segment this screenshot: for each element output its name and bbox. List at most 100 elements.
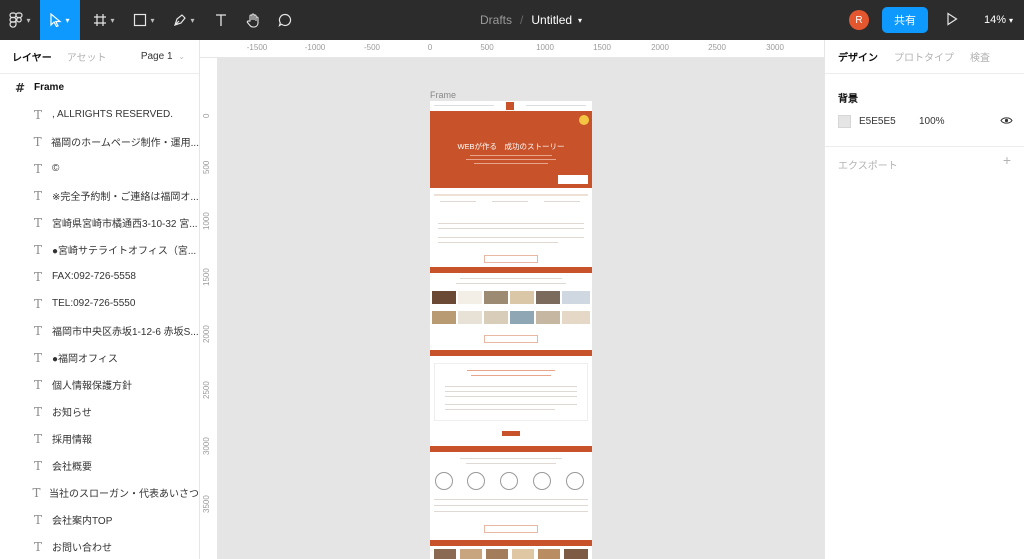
layer-row[interactable]: T TEL:092-726-5550 [0, 290, 199, 317]
left-panel-tabs: レイヤー アセット Page 1 ⌄ [0, 40, 199, 74]
hero-copy-line [470, 155, 552, 156]
section-band [430, 350, 592, 356]
text-t-icon [216, 14, 226, 26]
service-icon [566, 472, 584, 490]
layer-row[interactable]: T 宮崎県宮崎市橘通西3-10-32 宮... [0, 209, 199, 236]
share-button[interactable]: 共有 [882, 7, 928, 33]
file-title[interactable]: Untitled [531, 13, 572, 27]
text-tool-button[interactable] [206, 0, 236, 40]
layer-row[interactable]: T ※完全予約制・ご連絡は福岡オ... [0, 182, 199, 209]
text-line [438, 237, 584, 238]
site-cta-button [484, 525, 538, 533]
text-icon: T [33, 269, 42, 284]
site-divider [434, 194, 588, 196]
text-line [434, 511, 588, 512]
zoom-level: 14% [984, 14, 1007, 26]
text-icon: T [32, 485, 41, 500]
add-export-plus-icon[interactable]: + [1003, 152, 1011, 168]
move-tool-button[interactable]: ▾ [40, 0, 80, 40]
text-line [434, 505, 588, 506]
background-opacity-input[interactable]: 100% [919, 116, 945, 127]
layer-label: ●宮崎サテライトオフィス（宮... [52, 246, 197, 257]
breadcrumb: Drafts / Untitled ▾ [480, 0, 582, 40]
layer-row[interactable]: T 個人情報保護方針 [0, 371, 199, 398]
site-nav-right [526, 105, 586, 106]
tab-design[interactable]: デザイン [838, 49, 878, 64]
breadcrumb-project[interactable]: Drafts [480, 13, 512, 27]
hand-tool-button[interactable] [238, 0, 268, 40]
section-band [430, 446, 592, 452]
layer-row[interactable]: T 採用情報 [0, 425, 199, 452]
present-button[interactable] [946, 12, 958, 31]
service-icon [533, 472, 551, 490]
tab-inspect[interactable]: 検査 [970, 49, 990, 64]
zoom-menu[interactable]: 14% ▾ [984, 0, 1013, 40]
layer-row[interactable]: T 会社案内TOP [0, 506, 199, 533]
background-color-swatch[interactable] [838, 115, 851, 128]
tab-prototype[interactable]: プロトタイプ [894, 49, 954, 64]
text-icon: T [33, 539, 42, 554]
layer-row[interactable]: T お問い合わせ [0, 533, 199, 559]
layer-row[interactable]: T , ALLRIGHTS RESERVED. [0, 101, 199, 128]
layer-label: 福岡市中央区赤坂1-12-6 赤坂S... [52, 327, 199, 338]
properties-panel: デザイン プロトタイプ 検査 背景 E5E5E5 100% エクスポート + [824, 40, 1024, 559]
site-message-box [434, 363, 588, 421]
comment-tool-button[interactable] [270, 0, 300, 40]
comment-bubble-icon [278, 13, 292, 27]
text-icon: T [33, 188, 42, 203]
canvas[interactable]: -1500 -1000 -500 0 500 1000 1500 2000 2500 3000 0… [200, 40, 824, 559]
frame-tool-button[interactable]: ▾ [86, 0, 122, 40]
ruler-tick-label: 1500 [593, 43, 611, 52]
layer-label: ※完全予約制・ご連絡は福岡オ... [52, 192, 199, 203]
ruler-tick-label: 1500 [202, 268, 211, 286]
text-icon: T [33, 431, 42, 446]
pen-tool-button[interactable]: ▾ [166, 0, 202, 40]
layer-row[interactable]: T 会社概要 [0, 452, 199, 479]
section-divider [825, 146, 1024, 147]
layer-row[interactable]: T 福岡市中央区赤坂1-12-6 赤坂S... [0, 317, 199, 344]
ruler-tick-label: 500 [480, 43, 494, 52]
stat-line [492, 201, 528, 202]
frame-preview[interactable]: WEBが作る 成功のストーリー [430, 101, 592, 559]
avatar[interactable]: R [849, 10, 869, 30]
ruler-tick-label: -500 [363, 43, 381, 52]
layer-label: お知らせ [52, 408, 92, 419]
site-nav-left [434, 105, 494, 106]
ruler-tick-label: 2500 [708, 43, 726, 52]
eye-icon[interactable] [1000, 116, 1013, 128]
background-hex-input[interactable]: E5E5E5 [859, 116, 896, 127]
shape-tool-button[interactable]: ▾ [126, 0, 162, 40]
layer-label: 福岡のホームページ制作・運用... [51, 138, 199, 149]
main-menu-button[interactable]: ▾ [0, 0, 40, 40]
layer-label: ●福岡オフィス [52, 354, 118, 365]
site-mini-logo [502, 431, 520, 436]
chevron-down-icon[interactable]: ▾ [578, 16, 582, 25]
service-icon [467, 472, 485, 490]
chevron-down-icon: ▾ [150, 15, 155, 25]
frame-label[interactable]: Frame [430, 90, 456, 100]
layer-row[interactable]: T ●福岡オフィス [0, 344, 199, 371]
layers-panel: レイヤー アセット Page 1 ⌄ # Frame T , ALLRIGHTS RE… [0, 40, 200, 559]
ruler-tick-label: 0 [427, 43, 433, 52]
chevron-down-icon: ▾ [110, 15, 115, 25]
chevron-down-icon: ▾ [26, 15, 31, 25]
layer-row[interactable]: T FAX:092-726-5558 [0, 263, 199, 290]
site-hero: WEBが作る 成功のストーリー [430, 111, 592, 188]
layer-row[interactable]: T お知らせ [0, 398, 199, 425]
layer-row[interactable]: T 福岡のホームページ制作・運用... [0, 128, 199, 155]
hand-icon [246, 12, 259, 28]
chevron-down-icon: ▾ [65, 15, 70, 25]
chevron-down-icon: ▾ [1009, 15, 1014, 25]
right-panel-tabs: デザイン プロトタイプ 検査 [825, 40, 1024, 74]
text-line [438, 242, 558, 243]
layer-row-frame[interactable]: # Frame [0, 74, 199, 101]
layer-row[interactable]: T © [0, 155, 199, 182]
layer-row[interactable]: T 当社のスローガン・代表あいさつ [0, 479, 199, 506]
tab-assets[interactable]: アセット [67, 49, 107, 64]
text-icon: T [33, 377, 42, 392]
ruler-tick-label: 0 [202, 113, 211, 118]
tab-layers[interactable]: レイヤー [12, 49, 52, 64]
layer-row[interactable]: T ●宮崎サテライトオフィス（宮... [0, 236, 199, 263]
page-selector[interactable]: Page 1 ⌄ [141, 51, 185, 62]
service-icon [435, 472, 453, 490]
